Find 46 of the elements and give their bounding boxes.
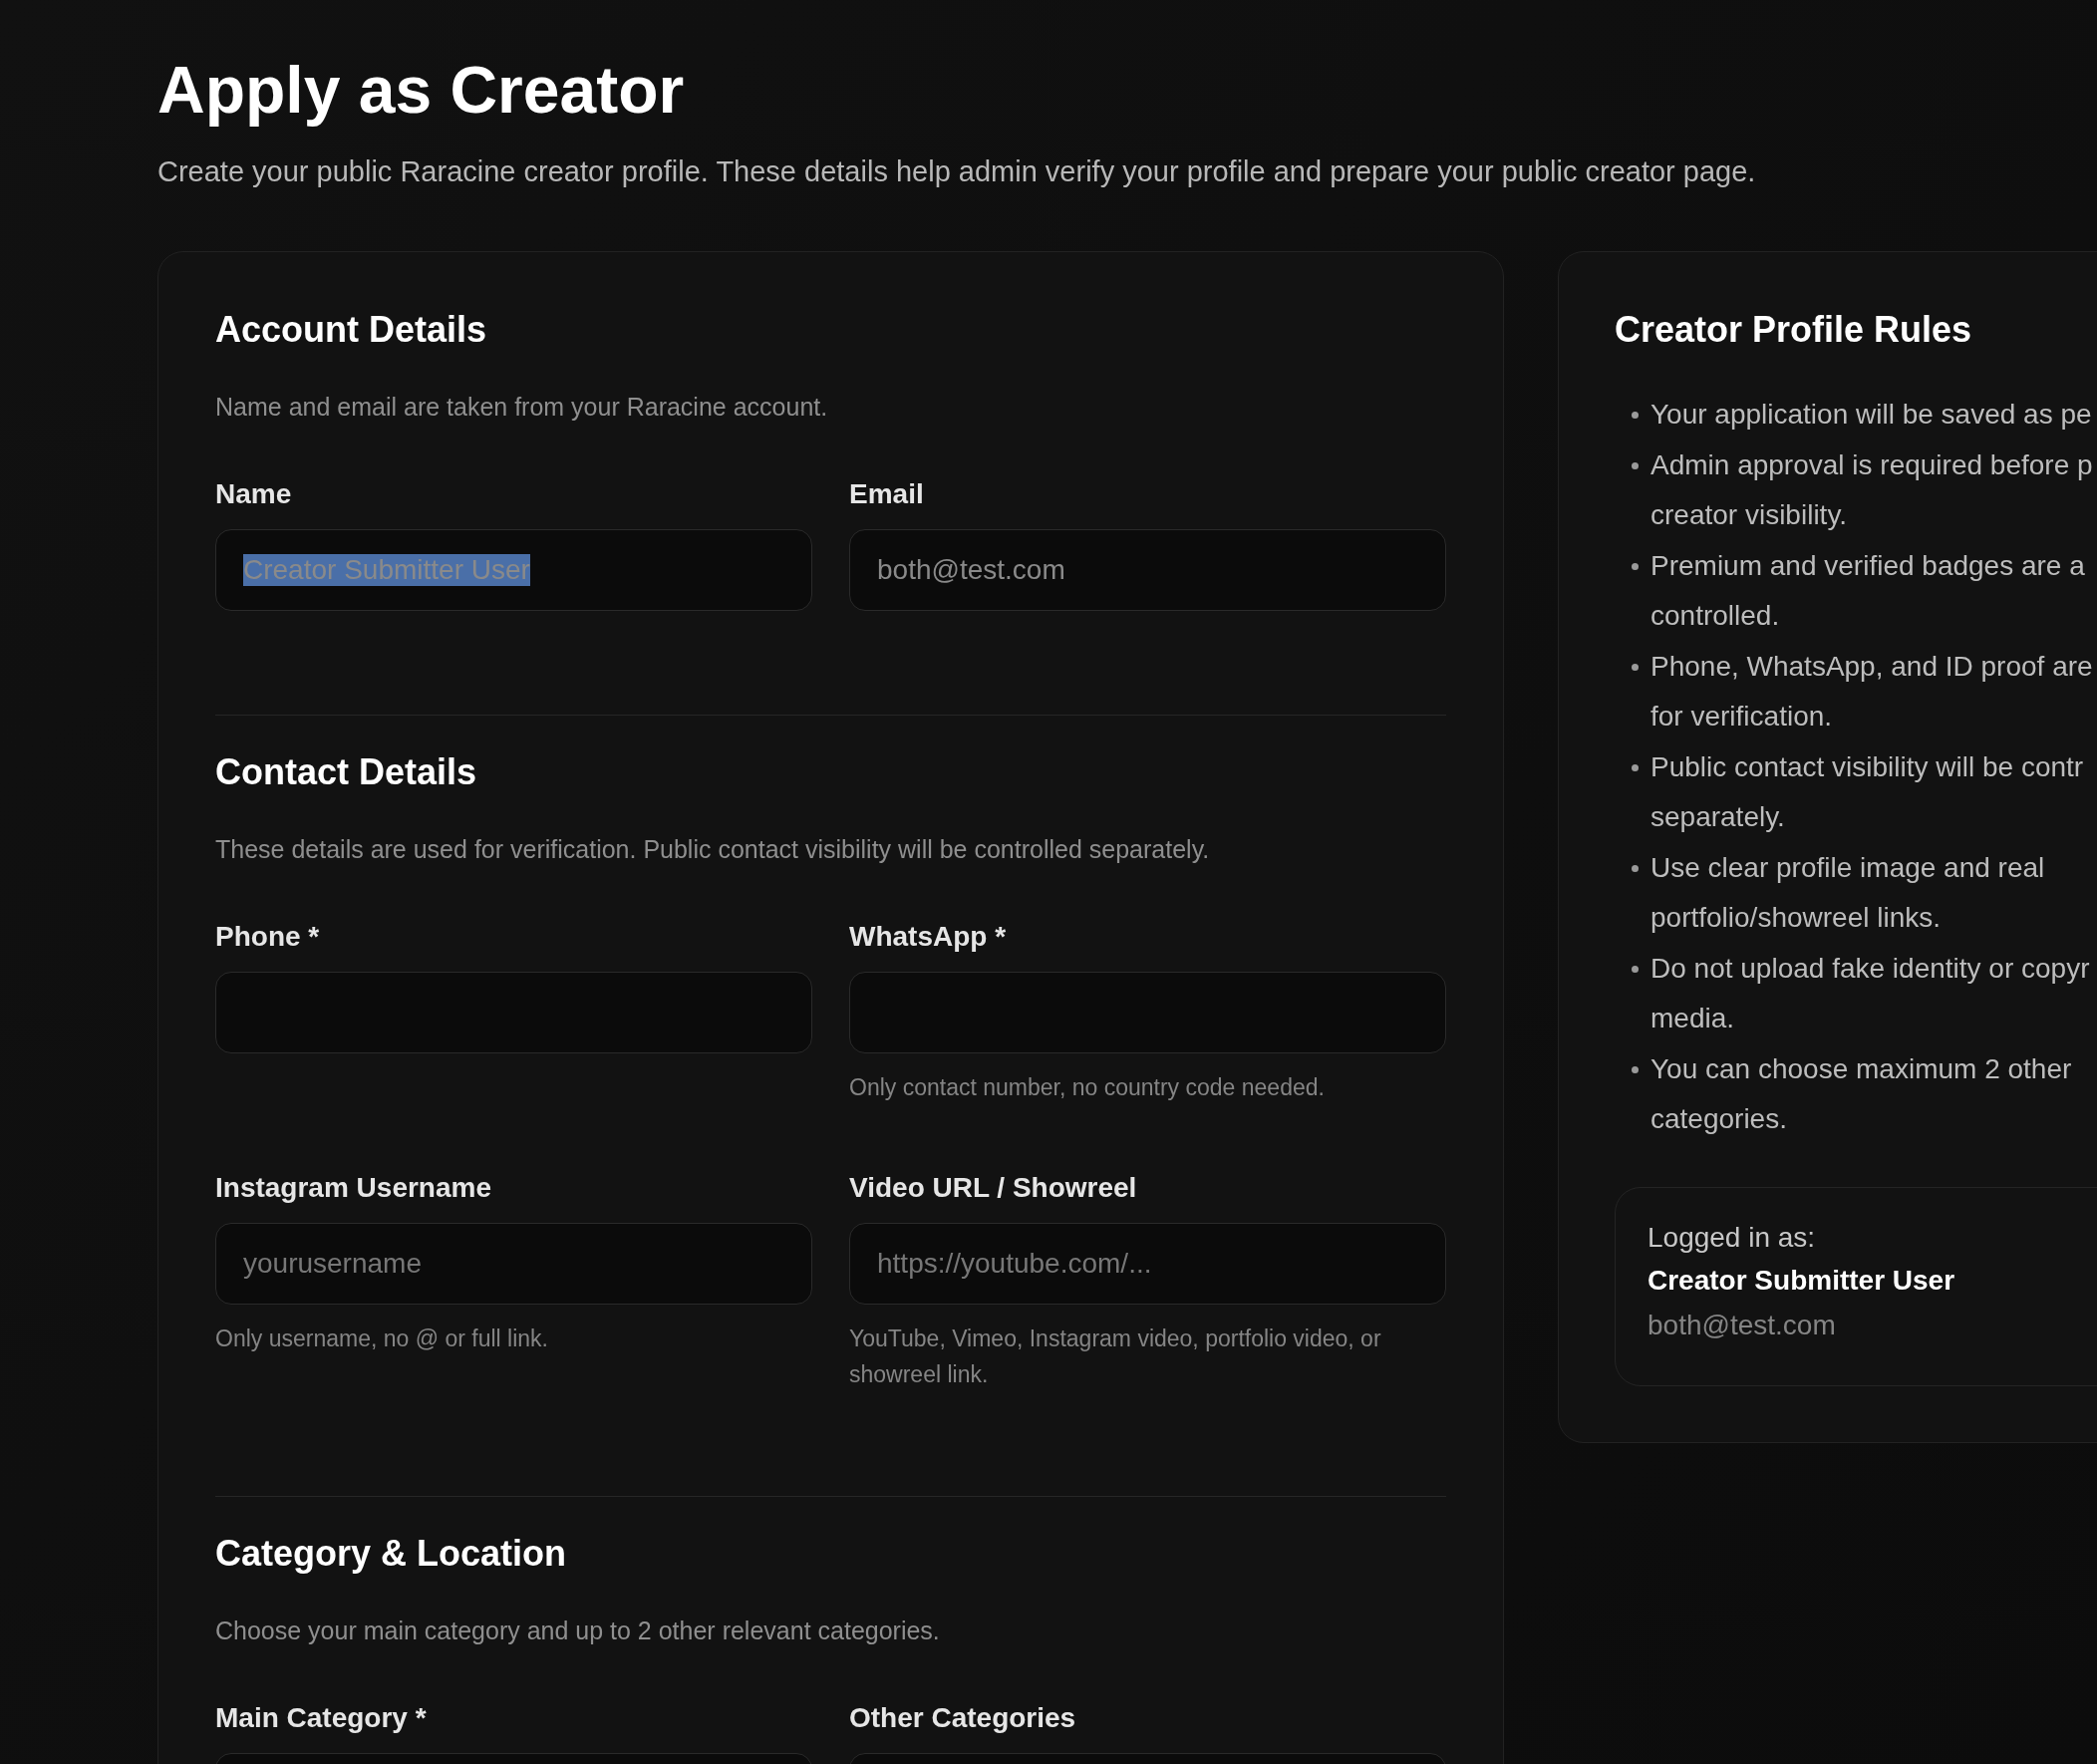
field-label: Email [849, 477, 925, 511]
field-label: Main Category * [215, 1701, 428, 1735]
input-field[interactable] [215, 972, 812, 1053]
section-title: Account Details [215, 308, 488, 352]
field-label: Name [215, 477, 293, 511]
bullet-icon [1632, 412, 1639, 419]
field-label: Instagram Username [215, 1171, 492, 1205]
rule-text: Premium and verified badges are a controlled. [1650, 548, 2085, 633]
field-label: Video URL / Showreel [849, 1171, 1138, 1205]
rule-text: Phone, WhatsApp, and ID proof are for verification. [1650, 649, 2093, 734]
rule-text: Use clear profile image and real portfolio/showreel links. [1650, 850, 2045, 935]
field-label: WhatsApp * [849, 920, 1008, 954]
rule-text: Do not upload fake identity or copyr media. [1650, 951, 2090, 1035]
field-hint: YouTube, Vimeo, Instagram video, portfolio video, or showreel link. [849, 1324, 1382, 1389]
bullet-icon [1632, 763, 1639, 771]
bullet-icon [1632, 663, 1639, 671]
section-description: Name and email are taken from your Raracine account. [215, 392, 829, 422]
logged-in-label: Logged in as: [1648, 1220, 1817, 1255]
section-description: These details are used for verification. Public contact visibility will be controlled separately. [215, 834, 1211, 864]
input-field[interactable] [849, 972, 1446, 1053]
section-description: Choose your main category and up to 2 other relevant categories. [215, 1616, 941, 1645]
rule-text: Your application will be saved as pe [1650, 398, 2092, 432]
input-field[interactable]: https://youtube.com/... [849, 1223, 1446, 1305]
bullet-icon [1632, 562, 1639, 570]
field-label: Phone * [215, 920, 321, 954]
page-subtitle: Create your public Raracine creator profile. These details help admin verify your profile and prepare your public creator page. [157, 154, 1757, 189]
input-field[interactable]: both@test.com [849, 529, 1446, 611]
rule-text: Admin approval is required before p creator visibility. [1650, 447, 2093, 532]
field-label: Other Categories [849, 1701, 1077, 1735]
section-title: Category & Location [215, 1532, 568, 1576]
bullet-icon [1632, 965, 1639, 973]
account-name: Creator Submitter User [1648, 1263, 1956, 1298]
rules-title: Creator Profile Rules [1615, 308, 1973, 352]
input-field[interactable]: yourusername [215, 1223, 812, 1305]
field-value: both@test.com [877, 554, 1065, 586]
field-value: Creator Submitter User [243, 554, 530, 586]
section-title: Contact Details [215, 750, 478, 794]
field-hint: Only contact number, no country code needed. [849, 1073, 1326, 1102]
page-title: Apply as Creator [157, 52, 686, 129]
rule-text: You can choose maximum 2 other categories. [1650, 1051, 2072, 1136]
bullet-icon [1632, 1065, 1639, 1073]
field-hint: Only username, no @ or full link. [215, 1324, 549, 1353]
rule-text: Public contact visibility will be contr separately. [1650, 749, 2084, 834]
bullet-icon [1632, 864, 1639, 872]
bullet-icon [1632, 461, 1639, 469]
account-email: both@test.com [1648, 1308, 1837, 1342]
